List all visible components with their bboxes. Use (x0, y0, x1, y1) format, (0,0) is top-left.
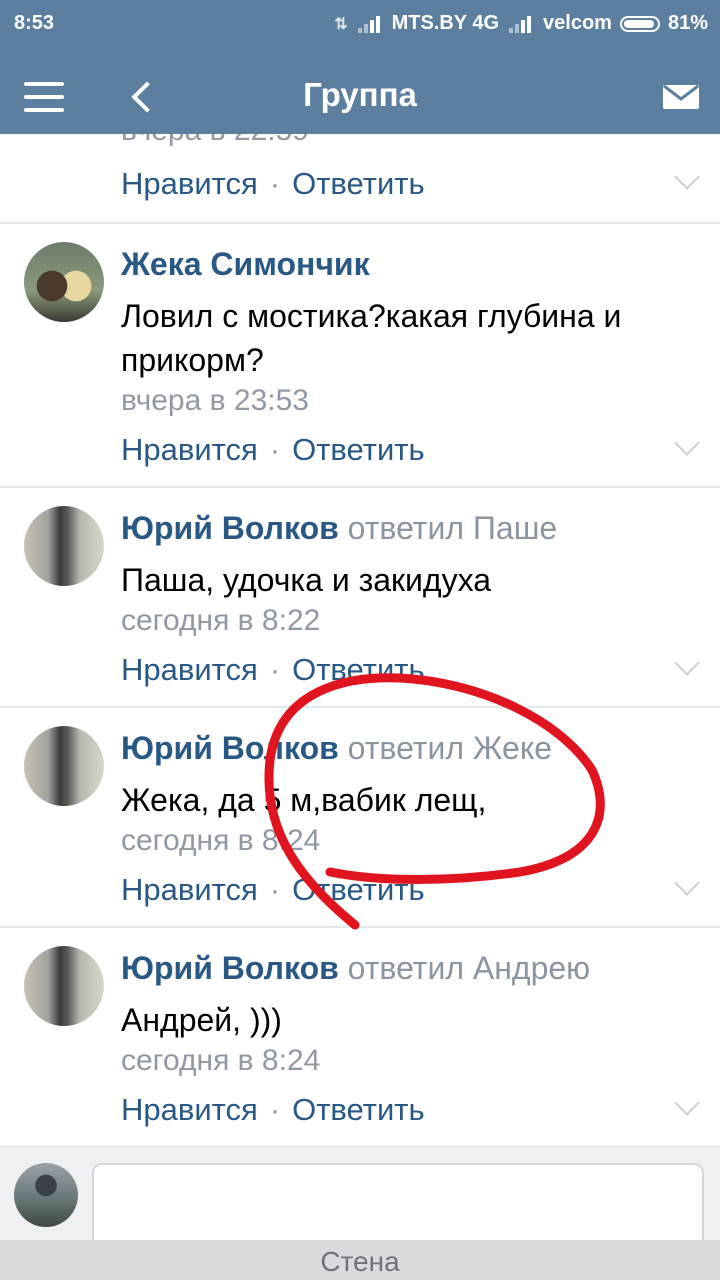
clock: 8:53 (14, 12, 55, 34)
comment-date: сегодня в 8:24 (121, 824, 321, 857)
comment: вчера в 22:59 Нравится·Ответить (0, 134, 720, 224)
app-header: Группа (0, 50, 720, 134)
comments-list: вчера в 22:59 Нравится·Ответить Жека Сим… (0, 134, 720, 1144)
comment: Жека Симончик Ловил с мостика?какая глуб… (0, 222, 720, 486)
comment-actions: Нравится · Ответить (121, 652, 425, 687)
reply-button[interactable]: Ответить (292, 1092, 425, 1127)
chevron-down-icon[interactable] (674, 1090, 700, 1116)
comment-text: Паша, удочка и закидуха (121, 562, 492, 598)
chevron-down-icon[interactable] (674, 650, 700, 676)
reply-target: ответил Андрею (347, 950, 591, 986)
reply-button[interactable]: Ответить (292, 432, 425, 467)
comment-actions: Нравится · Ответить (121, 432, 425, 467)
battery-level: 81% (667, 12, 708, 34)
like-button[interactable]: Нравится (121, 652, 258, 687)
comment-date: сегодня в 8:24 (121, 1044, 321, 1077)
like-button[interactable]: Нравится (121, 872, 258, 907)
status-indicators: ⇅ MTS.BY 4G velcom 81% (334, 12, 708, 35)
battery-icon (619, 15, 660, 32)
data-transfer-icon: ⇅ (334, 15, 348, 33)
comment-text: Жека, да 5 м,вабик лещ, (121, 782, 487, 818)
comment-actions: Нравится · Ответить (121, 872, 425, 907)
comment-text: Андрей, ))) (121, 1002, 282, 1038)
carrier-2: velcom (543, 12, 612, 34)
comment-text: Ловил с мостика?какая глубина и прикорм? (121, 298, 622, 378)
comment-author[interactable]: Юрий Волков ответил Паше (121, 510, 557, 547)
reply-target: ответил Паше (347, 510, 558, 546)
comment: Юрий Волков ответил Паше Паша, удочка и … (0, 486, 720, 706)
reply-button[interactable]: Ответить (292, 872, 425, 907)
comment-actions: Нравится · Ответить (121, 166, 425, 201)
avatar[interactable] (24, 242, 104, 322)
comment: Юрий Волков ответил Жеке Жека, да 5 м,ва… (0, 706, 720, 926)
like-button[interactable]: Нравится (121, 1092, 258, 1127)
status-bar: 8:53 ⇅ MTS.BY 4G velcom 81% (0, 0, 720, 50)
reply-button[interactable]: Ответить (292, 166, 425, 201)
page-title: Группа (303, 76, 417, 113)
avatar[interactable] (24, 726, 104, 806)
signal-icon (356, 14, 384, 34)
chevron-down-icon[interactable] (674, 870, 700, 896)
chevron-down-icon[interactable] (674, 430, 700, 456)
reply-target: ответил Жеке (347, 730, 552, 766)
like-button[interactable]: Нравится (121, 166, 258, 201)
comment-author[interactable]: Юрий Волков ответил Жеке (121, 730, 552, 767)
chevron-down-icon[interactable] (674, 164, 700, 190)
comment-date: вчера в 22:59 (121, 134, 309, 148)
wall-tab[interactable]: Стена (0, 1240, 720, 1280)
like-button[interactable]: Нравится (121, 432, 258, 467)
avatar[interactable] (24, 946, 104, 1026)
comment-actions: Нравится · Ответить (121, 1092, 425, 1127)
comment-author[interactable]: Жека Симончик (121, 246, 370, 283)
signal-icon (507, 14, 535, 34)
comment-author[interactable]: Юрий Волков ответил Андрею (121, 950, 590, 987)
comment-composer (0, 1146, 720, 1253)
comment-date: вчера в 23:53 (121, 384, 309, 417)
carrier-1: MTS.BY 4G (391, 12, 500, 34)
avatar[interactable] (24, 506, 104, 586)
reply-button[interactable]: Ответить (292, 652, 425, 687)
mail-icon[interactable] (662, 84, 700, 110)
comment-date: сегодня в 8:22 (121, 604, 321, 637)
comment: Юрий Волков ответил Андрею Андрей, ))) с… (0, 926, 720, 1144)
avatar (14, 1163, 78, 1227)
